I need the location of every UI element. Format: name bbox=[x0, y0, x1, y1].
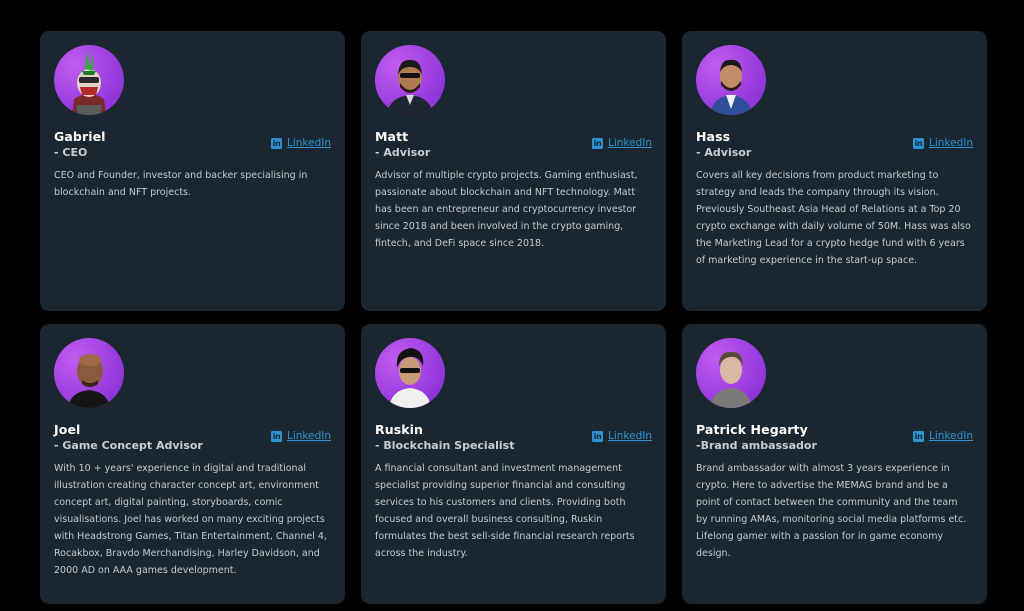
team-card-patrick-hegarty: Patrick Hegarty -Brand ambassador in Lin… bbox=[682, 324, 987, 604]
linkedin-label: LinkedIn bbox=[286, 430, 331, 442]
linkedin-icon: in bbox=[912, 430, 924, 442]
avatar bbox=[54, 338, 124, 408]
member-bio: Brand ambassador with almost 3 years exp… bbox=[696, 463, 967, 559]
team-card-joel: Joel - Game Concept Advisor in LinkedIn … bbox=[40, 324, 345, 604]
linkedin-link[interactable]: in LinkedIn bbox=[591, 137, 652, 149]
member-bio: CEO and Founder, investor and backer spe… bbox=[54, 170, 308, 198]
member-bio: With 10 + years' experience in digital a… bbox=[54, 463, 327, 576]
name-row: Ruskin - Blockchain Specialist in Linked… bbox=[375, 423, 652, 453]
linkedin-link[interactable]: in LinkedIn bbox=[591, 430, 652, 442]
linkedin-label: LinkedIn bbox=[607, 430, 652, 442]
linkedin-link[interactable]: in LinkedIn bbox=[270, 137, 331, 149]
name-row: Matt - Advisor in LinkedIn bbox=[375, 130, 652, 160]
team-grid: Gabriel - CEO in LinkedIn CEO and Founde… bbox=[40, 31, 987, 604]
avatar-illustration bbox=[710, 351, 752, 408]
linkedin-icon: in bbox=[591, 430, 603, 442]
member-bio: Advisor of multiple crypto projects. Gam… bbox=[375, 170, 638, 249]
member-bio: A financial consultant and investment ma… bbox=[375, 463, 635, 559]
avatar-illustration bbox=[387, 59, 433, 115]
avatar bbox=[375, 338, 445, 408]
avatar-illustration bbox=[72, 51, 106, 115]
linkedin-link[interactable]: in LinkedIn bbox=[912, 430, 973, 442]
avatar-illustration bbox=[68, 354, 110, 408]
avatar bbox=[696, 45, 766, 115]
avatar bbox=[696, 338, 766, 408]
team-card-hass: Hass - Advisor in LinkedIn Covers all ke… bbox=[682, 31, 987, 311]
team-card-matt: Matt - Advisor in LinkedIn Advisor of mu… bbox=[361, 31, 666, 311]
team-card-ruskin: Ruskin - Blockchain Specialist in Linked… bbox=[361, 324, 666, 604]
linkedin-link[interactable]: in LinkedIn bbox=[270, 430, 331, 442]
linkedin-label: LinkedIn bbox=[928, 430, 973, 442]
linkedin-label: LinkedIn bbox=[607, 137, 652, 149]
name-row: Joel - Game Concept Advisor in LinkedIn bbox=[54, 423, 331, 453]
name-row: Patrick Hegarty -Brand ambassador in Lin… bbox=[696, 423, 973, 453]
linkedin-icon: in bbox=[912, 137, 924, 149]
avatar bbox=[54, 45, 124, 115]
name-row: Gabriel - CEO in LinkedIn bbox=[54, 130, 331, 160]
linkedin-label: LinkedIn bbox=[928, 137, 973, 149]
avatar bbox=[375, 45, 445, 115]
avatar-illustration bbox=[389, 348, 431, 408]
name-row: Hass - Advisor in LinkedIn bbox=[696, 130, 973, 160]
member-bio: Covers all key decisions from product ma… bbox=[696, 170, 971, 266]
linkedin-link[interactable]: in LinkedIn bbox=[912, 137, 973, 149]
linkedin-icon: in bbox=[270, 137, 282, 149]
avatar-illustration bbox=[710, 59, 752, 115]
linkedin-icon: in bbox=[591, 137, 603, 149]
linkedin-icon: in bbox=[270, 430, 282, 442]
team-card-gabriel: Gabriel - CEO in LinkedIn CEO and Founde… bbox=[40, 31, 345, 311]
linkedin-label: LinkedIn bbox=[286, 137, 331, 149]
